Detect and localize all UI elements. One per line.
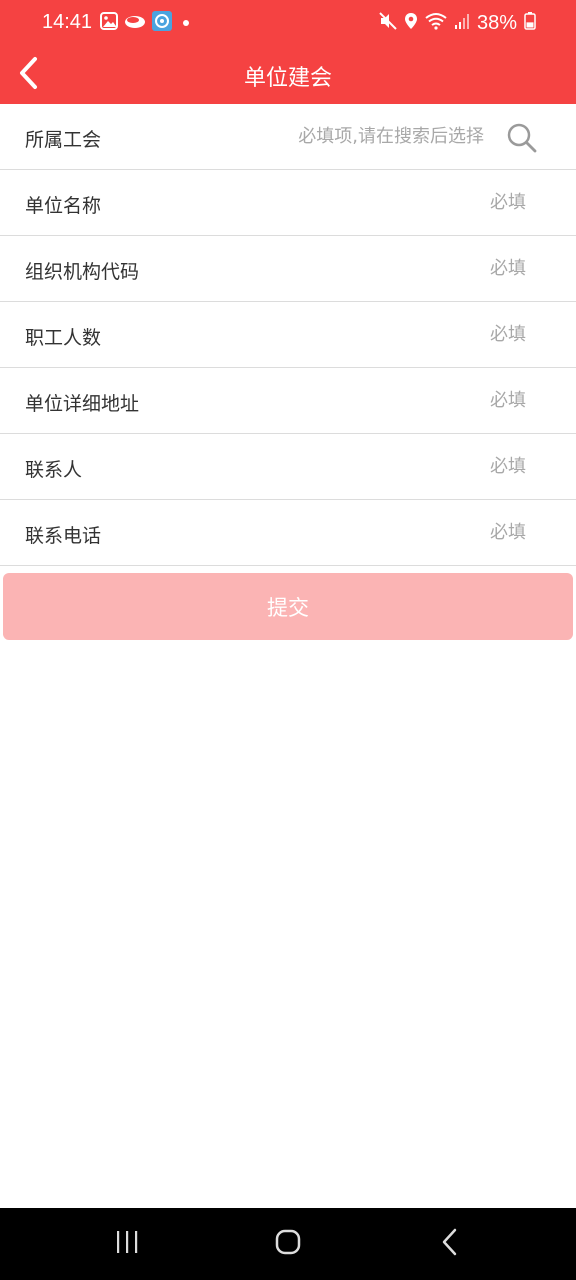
app-header: 单位建会: [0, 46, 576, 104]
address-label: 单位详细地址: [25, 393, 140, 415]
contact-label: 联系人: [25, 459, 83, 481]
page-title: 单位建会: [243, 66, 332, 91]
union-search-input[interactable]: [184, 118, 484, 154]
app-screen: 14:41 38% 单位建会 所属工会 必填项,请在搜索后选择 单位名称 必填 …: [0, 0, 576, 1280]
form-row-phone: 联系电话: [0, 500, 576, 566]
unit-name-input[interactable]: [266, 184, 526, 220]
back-icon: [440, 1228, 460, 1260]
recent-apps-button[interactable]: [97, 1226, 157, 1262]
location-icon: [404, 12, 418, 34]
app-notification-icon: [124, 12, 146, 34]
form-row-contact: 联系人: [0, 434, 576, 500]
dot-icon: [178, 14, 190, 33]
submit-button[interactable]: 提交: [3, 573, 573, 640]
app-badge-icon: [152, 11, 172, 35]
gallery-icon: [100, 12, 118, 34]
union-label: 所属工会: [25, 129, 102, 151]
employee-count-input[interactable]: [266, 316, 526, 352]
home-button[interactable]: [258, 1226, 318, 1262]
address-input[interactable]: [266, 382, 526, 418]
status-right-icons: 38%: [379, 12, 536, 34]
battery-icon: [524, 12, 536, 34]
mute-icon: [379, 12, 397, 34]
employee-count-label: 职工人数: [25, 327, 102, 349]
wifi-icon: [425, 12, 447, 34]
status-time: 14:41: [42, 11, 93, 33]
nav-bar: [0, 1208, 576, 1280]
battery-percent: 38%: [476, 11, 517, 34]
recent-apps-icon: [114, 1230, 140, 1258]
form-row-union: 所属工会: [0, 104, 576, 170]
search-icon[interactable]: [506, 122, 538, 154]
contact-input[interactable]: [266, 448, 526, 484]
signal-icon: [454, 12, 470, 34]
org-code-input[interactable]: [266, 250, 526, 286]
phone-input[interactable]: [266, 514, 526, 550]
form-row-employee-count: 职工人数: [0, 302, 576, 368]
home-icon: [274, 1228, 302, 1260]
form-row-unit-name: 单位名称: [0, 170, 576, 236]
status-bar: 14:41 38%: [0, 0, 576, 46]
phone-label: 联系电话: [25, 525, 102, 547]
form-row-org-code: 组织机构代码: [0, 236, 576, 302]
status-left-icons: [100, 11, 190, 35]
unit-name-label: 单位名称: [25, 195, 102, 217]
org-code-label: 组织机构代码: [25, 261, 140, 283]
system-back-button[interactable]: [420, 1226, 480, 1262]
form-list: 所属工会 单位名称 组织机构代码 职工人数 单位详细地址 联系人 联系电话: [0, 104, 576, 566]
form-row-address: 单位详细地址: [0, 368, 576, 434]
